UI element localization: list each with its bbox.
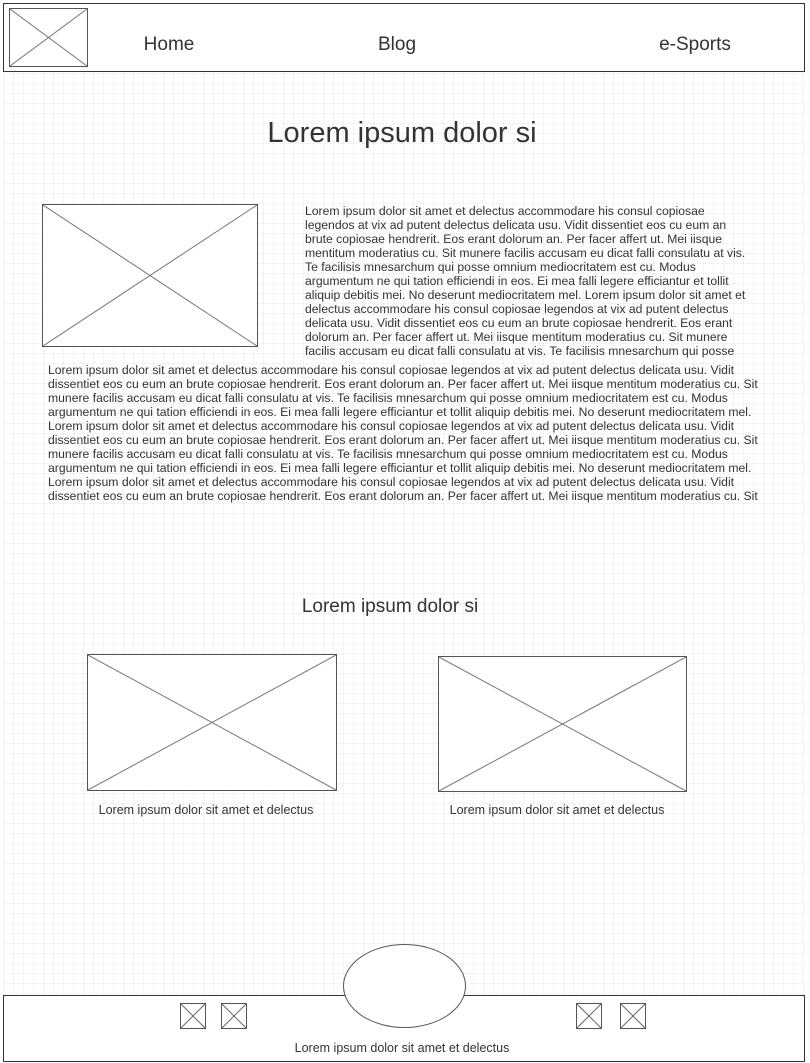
social-icon-4[interactable] <box>620 1003 646 1029</box>
nav-link-blog[interactable]: Blog <box>378 34 416 56</box>
image-placeholder-icon <box>10 9 87 66</box>
page-title: Lorem ipsum dolor si <box>267 117 537 149</box>
image-placeholder-icon <box>439 657 686 791</box>
card-image-placeholder-2[interactable] <box>438 656 687 792</box>
card-image-placeholder-1[interactable] <box>87 654 337 791</box>
card-caption-2: Lorem ipsum dolor sit amet et delectus <box>449 803 665 817</box>
logo-image-placeholder-icon[interactable] <box>9 8 88 67</box>
nav-link-esports[interactable]: e-Sports <box>659 34 731 56</box>
card-caption-1: Lorem ipsum dolor sit amet et delectus <box>98 803 314 817</box>
intro-paragraph: Lorem ipsum dolor sit amet et delectus a… <box>305 204 746 358</box>
intro-image-placeholder <box>42 204 258 347</box>
image-placeholder-icon <box>577 1004 601 1028</box>
social-icon-3[interactable] <box>576 1003 602 1029</box>
social-icon-2[interactable] <box>221 1003 247 1029</box>
footer-circle-logo[interactable] <box>343 944 466 1028</box>
image-placeholder-icon <box>181 1004 205 1028</box>
social-icon-1[interactable] <box>180 1003 206 1029</box>
section-subtitle: Lorem ipsum dolor si <box>301 596 479 617</box>
image-placeholder-icon <box>222 1004 246 1028</box>
body-paragraph: Lorem ipsum dolor sit amet et delectus a… <box>48 363 758 503</box>
image-placeholder-icon <box>43 205 257 346</box>
image-placeholder-icon <box>88 655 336 790</box>
top-nav-bar: Home Blog e-Sports <box>3 3 805 72</box>
grid-background <box>3 3 805 1061</box>
nav-link-home[interactable]: Home <box>144 34 195 56</box>
image-placeholder-icon <box>621 1004 645 1028</box>
footer-text: Lorem ipsum dolor sit amet et delectus <box>294 1041 510 1055</box>
